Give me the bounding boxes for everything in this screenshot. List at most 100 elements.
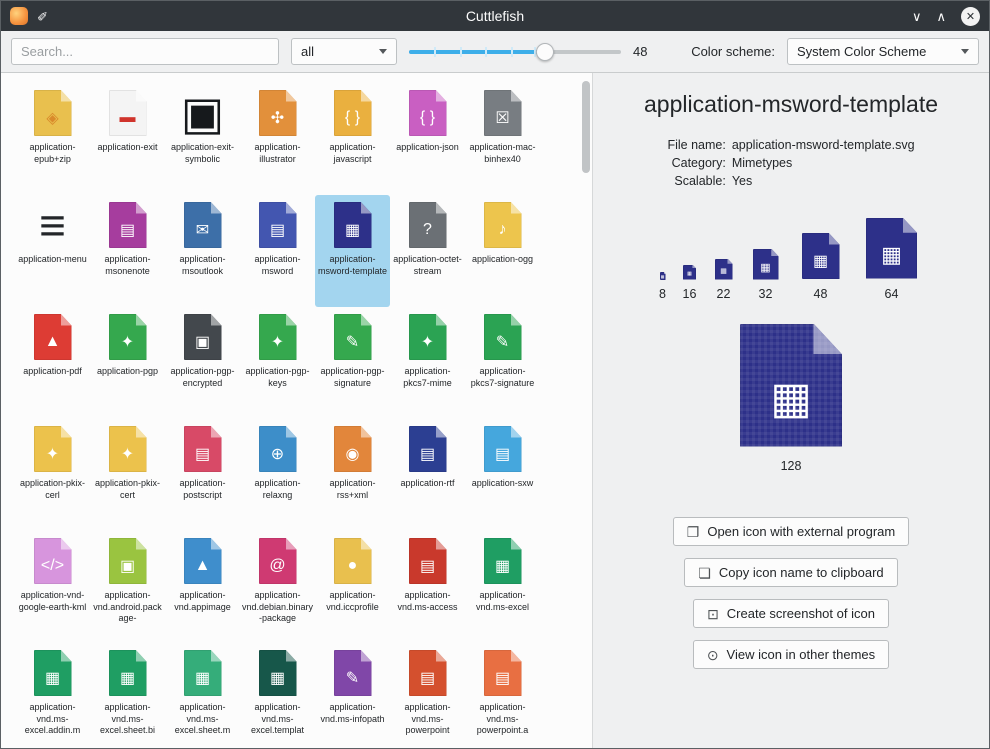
slider-tick [511,47,513,57]
icon-label: application-epub+zip [17,142,89,165]
size-number: 8 [659,287,666,301]
icon-grid-item[interactable]: ▣application-vnd.android.package- [90,531,165,643]
glyph-icon: ✎ [334,660,372,696]
glyph-icon: ▤ [409,548,447,584]
scrollbar-track[interactable] [582,77,590,744]
button-label: View icon in other themes [727,647,876,662]
document-shape: ✎ [334,650,372,696]
icon-grid-item[interactable]: ▤application-msword [240,195,315,307]
mimetype-icon: ◈ [29,89,77,137]
icon-grid-item[interactable]: ✎ application-pgp-signature [315,307,390,419]
icon-grid-item[interactable]: ▤application-sxw [465,419,540,531]
icon-grid: ◈application-epub+zip▬application-exit▣a… [1,73,592,748]
mimetype-icon: ✣ [254,89,302,137]
icon-grid-item[interactable]: ≡application-menu [15,195,90,307]
icon-grid-item[interactable]: ✎application-pkcs7-signature [465,307,540,419]
icon-grid-item[interactable]: ▤application-vnd.ms-access [390,531,465,643]
icon-grid-item[interactable]: ▬application-exit [90,83,165,195]
icon-grid-item[interactable]: ▦application-vnd.ms-excel [465,531,540,643]
document-shape: ▤ [184,426,222,472]
size-slider[interactable] [409,38,621,65]
icon-grid-item[interactable]: </>application-vnd-google-earth-kml [15,531,90,643]
close-icon[interactable]: ✕ [961,7,980,26]
folder-open-button[interactable]: ❐Open icon with external program [673,517,909,546]
icon-grid-item[interactable]: @application-vnd.debian.binary-package [240,531,315,643]
icon-grid-item[interactable]: ◈ application-epub+zip [15,83,90,195]
main-content: ◈application-epub+zip▬application-exit▣a… [1,73,989,748]
icon-label: application-pgp-signature [317,366,389,389]
search-input[interactable] [11,38,279,65]
shade-button[interactable]: ∨ [912,10,922,23]
pin-icon[interactable]: ✎ [35,11,51,22]
glyph-icon: ≡ [39,202,66,248]
icon-grid-item[interactable]: ✦application-pkcs7-mime [390,307,465,419]
slider-handle[interactable] [536,43,554,61]
field-value: application-msword-template.svg [732,138,915,152]
icon-grid-item[interactable]: ▤application-postscript [165,419,240,531]
mimetype-icon: ✎ [329,313,377,361]
screenshot-button[interactable]: ⊡Create screenshot of icon [693,599,889,628]
category-dropdown[interactable]: all [291,38,397,65]
document-shape: ▤ [484,650,522,696]
icon-grid-item[interactable]: ▦application-vnd.ms-excel.addin.m [15,643,90,748]
size-preview-16: ▦16 [682,264,698,301]
glyph-icon: ☒ [484,100,522,136]
icon-grid-item[interactable]: ▦application-vnd.ms-excel.sheet.bi [90,643,165,748]
glyph-icon: ▤ [259,212,297,248]
glyph-icon: ✉ [184,212,222,248]
icon-grid-item[interactable]: ◉application-rss+xml [315,419,390,531]
mimetype-icon: @ [254,537,302,585]
document-shape: { } [334,90,372,136]
icon-label: application-msonenote [92,254,164,277]
icon-grid-item[interactable]: ☒application-mac-binhex40 [465,83,540,195]
document-shape: ✦ [109,426,147,472]
size-number: 64 [885,287,899,301]
scrollbar-thumb[interactable] [582,81,590,173]
icon-grid-item[interactable]: ▦application-vnd.ms-excel.templat [240,643,315,748]
icon-label: application-vnd.ms-infopath [317,702,389,725]
document-shape: ▤ [109,202,147,248]
glyph-icon: ◉ [334,436,372,472]
icon-grid-item[interactable]: ●application-vnd.iccprofile [315,531,390,643]
icon-grid-item[interactable]: ✣application-illustrator [240,83,315,195]
icon-grid-item[interactable]: ▤application-vnd.ms-powerpoint.a [465,643,540,748]
icon-grid-item[interactable]: ▤ application-msonenote [90,195,165,307]
icon-grid-item[interactable]: ✦application-pgp [90,307,165,419]
field-value: Yes [732,174,915,188]
icon-grid-item[interactable]: ▣application-exit-symbolic [165,83,240,195]
icon-grid-item[interactable]: ▲application-pdf [15,307,90,419]
icon-grid-item[interactable]: ▤application-rtf [390,419,465,531]
icon-grid-item[interactable]: ⊕application-relaxng [240,419,315,531]
icon-grid-item[interactable]: { }application-javascript [315,83,390,195]
view-themes-button[interactable]: ⊙View icon in other themes [693,640,889,669]
glyph-icon: ▤ [409,660,447,696]
large-size-label: 128 [781,459,802,473]
copy-button[interactable]: ❏Copy icon name to clipboard [684,558,897,587]
icon-grid-item[interactable]: ✉application-msoutlook [165,195,240,307]
icon-grid-item[interactable]: ✦ application-pgp-keys [240,307,315,419]
mimetype-icon: ✎ [329,649,377,697]
icon-grid-item[interactable]: { }application-json [390,83,465,195]
icon-grid-item[interactable]: ✎ application-vnd.ms-infopath [315,643,390,748]
icon-grid-item[interactable]: ✦application-pkix-cert [90,419,165,531]
glyph-icon: ✣ [259,100,297,136]
icon-label: application-pkcs7-signature [467,366,539,389]
icon-label: application-pgp-keys [242,366,314,389]
color-scheme-dropdown[interactable]: System Color Scheme [787,38,979,65]
document-shape: ▤ [259,202,297,248]
icon-grid-item[interactable]: ▤application-vnd.ms-powerpoint [390,643,465,748]
icon-grid-item[interactable]: ♪application-ogg [465,195,540,307]
mimetype-icon: ▤ [404,649,452,697]
document-shape: ▬ [109,90,147,136]
icon-grid-item[interactable]: ▦application-vnd.ms-excel.sheet.m [165,643,240,748]
icon-grid-item[interactable]: ▲application-vnd.appimage [165,531,240,643]
titlebar[interactable]: ✎ Cuttlefish ∨ ∧ ✕ [1,1,989,31]
document-shape: ✣ [259,90,297,136]
icon-grid-item[interactable]: ▣application-pgp-encrypted [165,307,240,419]
icon-grid-item[interactable]: ✦application-pkix-cerl [15,419,90,531]
icon-grid-item[interactable]: ?application-octet-stream [390,195,465,307]
glyph-icon: ✦ [259,324,297,360]
maximize-button[interactable]: ∧ [936,10,946,23]
chevron-down-icon [961,49,969,54]
icon-grid-item[interactable]: ▦application-msword-template [315,195,390,307]
